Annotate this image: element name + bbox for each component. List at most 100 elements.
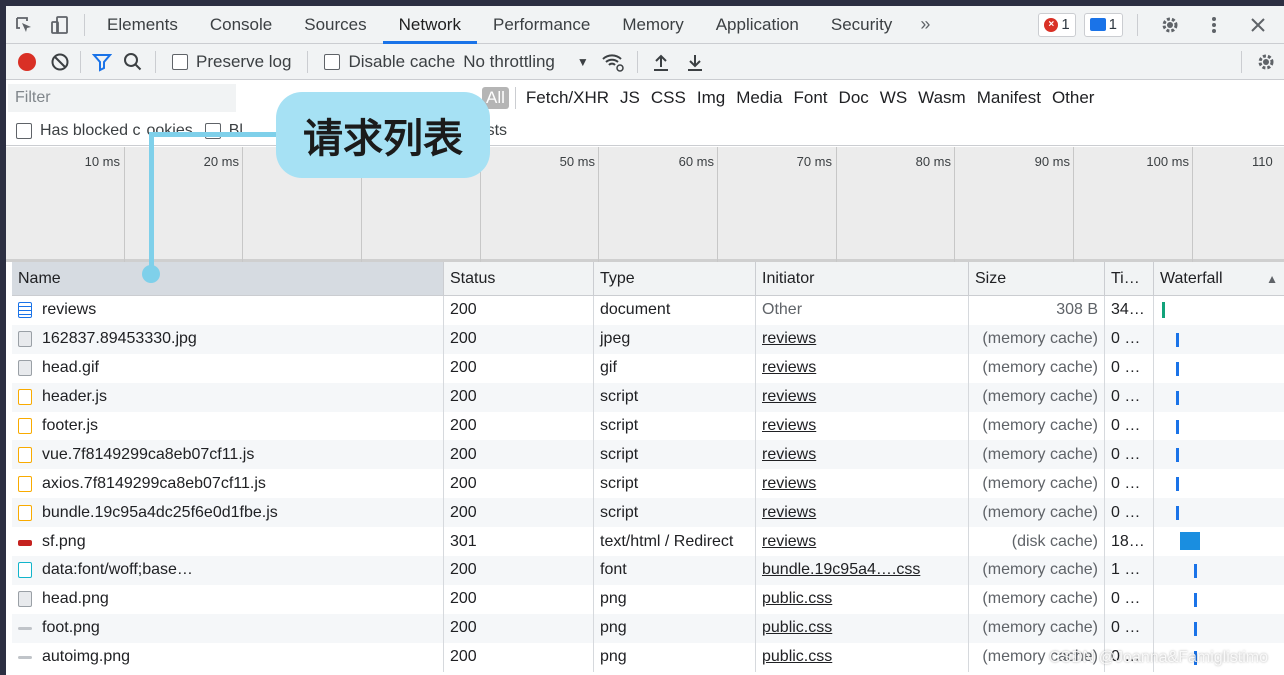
search-icon[interactable]: [117, 43, 149, 81]
network-settings-gear-icon[interactable]: [1248, 43, 1284, 81]
table-row[interactable]: data:font/woff;base… 200 font bundle.19c95a…: [12, 556, 1284, 585]
filter-type-img[interactable]: Img: [697, 88, 725, 108]
request-name-cell[interactable]: foot.png: [12, 613, 444, 643]
request-name-cell[interactable]: bundle.19c95a4dc25f6e0d1fbe.js: [12, 498, 444, 528]
request-initiator-cell[interactable]: reviews: [756, 440, 969, 470]
request-initiator[interactable]: public.css: [762, 590, 832, 608]
device-toolbar-icon[interactable]: [42, 6, 78, 44]
filter-type-manifest[interactable]: Manifest: [977, 88, 1041, 108]
preserve-log-checkbox[interactable]: Preserve log: [172, 52, 291, 72]
table-row[interactable]: bundle.19c95a4dc25f6e0d1fbe.js 200 script r…: [12, 498, 1284, 528]
request-initiator-cell[interactable]: public.css: [756, 613, 969, 643]
errors-badge[interactable]: × 1: [1038, 12, 1076, 37]
request-initiator-cell[interactable]: reviews: [756, 353, 969, 383]
request-name-cell[interactable]: reviews: [12, 296, 444, 325]
request-initiator-cell[interactable]: public.css: [756, 642, 969, 672]
column-header-initiator[interactable]: Initiator: [756, 262, 969, 295]
table-row[interactable]: head.png 200 png public.css (memory cache) 0 …: [12, 584, 1284, 614]
record-button[interactable]: [18, 52, 36, 71]
request-initiator-cell[interactable]: public.css: [756, 584, 969, 614]
throttling-select[interactable]: No throttling ▼: [463, 52, 589, 72]
column-header-type[interactable]: Type: [594, 262, 756, 295]
tab-sources[interactable]: Sources: [288, 6, 382, 44]
has-blocked-cookies-checkbox[interactable]: [16, 122, 32, 139]
tab-application[interactable]: Application: [700, 6, 815, 44]
disable-cache-checkbox[interactable]: Disable cache: [324, 52, 455, 72]
request-initiator-cell[interactable]: reviews: [756, 498, 969, 528]
table-row[interactable]: sf.png 301 text/html / Redirect reviews (dis…: [12, 527, 1284, 557]
filter-type-doc[interactable]: Doc: [839, 88, 869, 108]
request-name-cell[interactable]: autoimg.png: [12, 642, 444, 672]
filter-type-media[interactable]: Media: [736, 88, 782, 108]
request-initiator-cell[interactable]: reviews: [756, 411, 969, 441]
request-name-cell[interactable]: vue.7f8149299ca8eb07cf11.js: [12, 440, 444, 470]
column-header-waterfall[interactable]: Waterfall ▲: [1154, 262, 1284, 295]
table-row[interactable]: vue.7f8149299ca8eb07cf11.js 200 script revi…: [12, 440, 1284, 470]
kebab-menu-icon[interactable]: [1196, 6, 1232, 44]
table-row[interactable]: axios.7f8149299ca8eb07cf11.js 200 script re…: [12, 469, 1284, 499]
filter-type-js[interactable]: JS: [620, 88, 640, 108]
column-header-status[interactable]: Status: [444, 262, 594, 295]
filter-type-css[interactable]: CSS: [651, 88, 686, 108]
more-tabs-button[interactable]: »: [908, 14, 942, 35]
filter-type-wasm[interactable]: Wasm: [918, 88, 966, 108]
table-row[interactable]: 162837.89453330.jpg 200 jpeg reviews (memory…: [12, 324, 1284, 354]
request-initiator[interactable]: reviews: [762, 388, 816, 406]
filter-type-ws[interactable]: WS: [880, 88, 907, 108]
request-initiator[interactable]: reviews: [762, 330, 816, 348]
request-name-cell[interactable]: sf.png: [12, 527, 444, 557]
request-initiator[interactable]: reviews: [762, 446, 816, 464]
table-row[interactable]: header.js 200 script reviews (memory cache) 0…: [12, 382, 1284, 412]
tab-memory[interactable]: Memory: [606, 6, 699, 44]
request-initiator[interactable]: public.css: [762, 648, 832, 666]
tab-network[interactable]: Network: [382, 6, 477, 44]
download-har-icon[interactable]: [678, 43, 712, 81]
request-name-cell[interactable]: head.png: [12, 584, 444, 614]
filter-input[interactable]: Filter: [8, 84, 236, 112]
network-overview-timeline[interactable]: 10 ms 20 ms 50 ms 60 ms 70 ms 80 ms 90 m…: [6, 147, 1284, 262]
table-row[interactable]: reviews 200 document Other 308 B 34…: [12, 296, 1284, 325]
tab-security[interactable]: Security: [815, 6, 908, 44]
request-initiator-cell[interactable]: reviews: [756, 382, 969, 412]
table-row[interactable]: footer.js 200 script reviews (memory cache) 0…: [12, 411, 1284, 441]
settings-gear-icon[interactable]: [1152, 6, 1188, 44]
messages-badge[interactable]: 1: [1083, 12, 1123, 37]
request-name-cell[interactable]: axios.7f8149299ca8eb07cf11.js: [12, 469, 444, 499]
request-initiator[interactable]: bundle.19c95a4….css: [762, 561, 920, 579]
request-initiator[interactable]: reviews: [762, 475, 816, 493]
column-header-size[interactable]: Size: [969, 262, 1105, 295]
column-header-time[interactable]: Ti…: [1105, 262, 1154, 295]
request-initiator-cell[interactable]: reviews: [756, 469, 969, 499]
table-row[interactable]: foot.png 200 png public.css (memory cache) 0 …: [12, 613, 1284, 643]
close-icon[interactable]: [1240, 6, 1276, 44]
filter-type-other[interactable]: Other: [1052, 88, 1095, 108]
filter-type-fetch-xhr[interactable]: Fetch/XHR: [526, 88, 609, 108]
request-initiator[interactable]: reviews: [762, 504, 816, 522]
request-name-cell[interactable]: data:font/woff;base…: [12, 556, 444, 585]
inspect-element-icon[interactable]: [6, 6, 42, 44]
request-initiator-cell[interactable]: bundle.19c95a4….css: [756, 556, 969, 585]
request-size: 308 B: [969, 296, 1105, 325]
request-initiator[interactable]: reviews: [762, 417, 816, 435]
request-initiator-cell[interactable]: reviews: [756, 527, 969, 557]
disable-cache-label: Disable cache: [348, 51, 456, 71]
request-name-cell[interactable]: 162837.89453330.jpg: [12, 324, 444, 354]
request-initiator[interactable]: reviews: [762, 359, 816, 377]
upload-har-icon[interactable]: [644, 43, 678, 81]
tab-elements[interactable]: Elements: [91, 6, 194, 44]
tab-performance[interactable]: Performance: [477, 6, 606, 44]
table-row[interactable]: head.gif 200 gif reviews (memory cache) 0 …: [12, 353, 1284, 383]
filter-funnel-icon[interactable]: [87, 43, 117, 81]
network-conditions-icon[interactable]: [595, 43, 631, 81]
request-initiator[interactable]: reviews: [762, 533, 816, 551]
request-initiator-cell[interactable]: reviews: [756, 324, 969, 354]
filter-type-font[interactable]: Font: [794, 88, 828, 108]
request-name-cell[interactable]: head.gif: [12, 353, 444, 383]
request-initiator[interactable]: public.css: [762, 619, 832, 637]
clear-icon[interactable]: [46, 43, 74, 81]
column-header-name[interactable]: Name: [12, 262, 444, 295]
tab-console[interactable]: Console: [194, 6, 288, 44]
request-name-cell[interactable]: header.js: [12, 382, 444, 412]
request-name-cell[interactable]: footer.js: [12, 411, 444, 441]
checkbox-box: [324, 53, 341, 70]
